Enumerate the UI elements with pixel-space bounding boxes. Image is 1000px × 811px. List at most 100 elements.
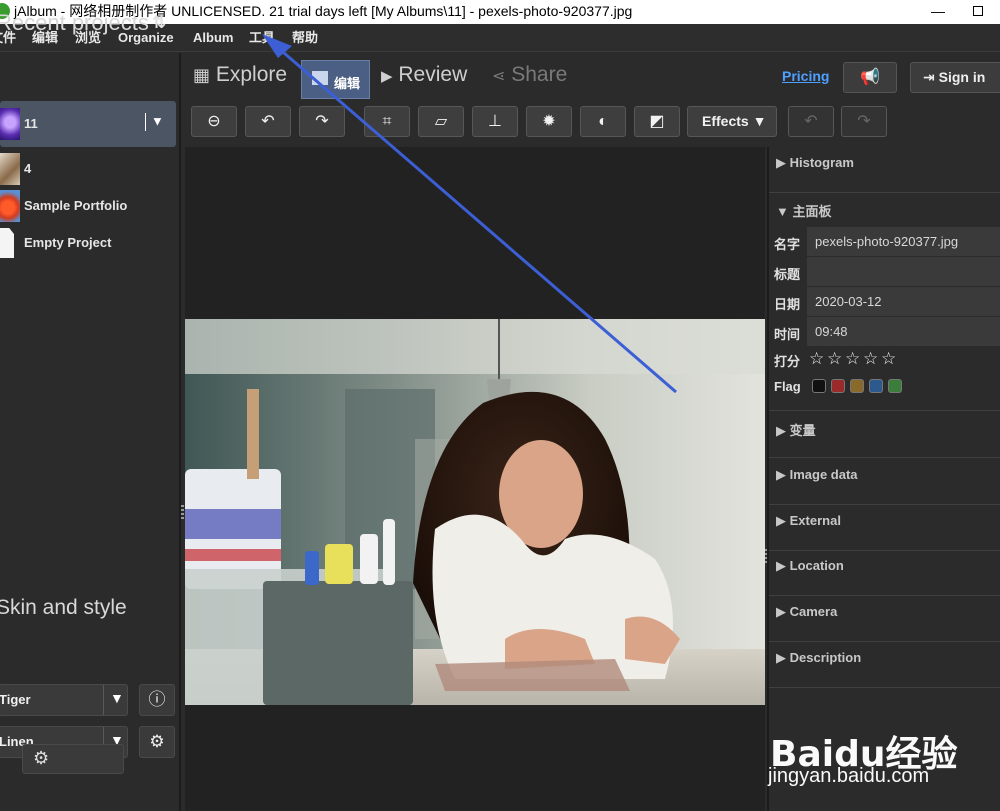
chevron-down-icon[interactable]: ▼ (145, 113, 164, 131)
section-variables-label: 变量 (789, 423, 816, 438)
skin-value: Tiger (0, 692, 31, 707)
remove-button[interactable]: ⊖ (191, 106, 237, 137)
gear-icon: ⚙ (33, 748, 50, 768)
title-field[interactable] (807, 257, 1000, 286)
section-main-panel[interactable]: ▼ 主面板 (769, 193, 1000, 227)
project-item-empty-project[interactable]: Empty Project (0, 225, 176, 261)
minimize-button[interactable]: — (928, 0, 948, 22)
section-image-data-label: Image data (789, 467, 858, 482)
section-histogram[interactable]: ▶ Histogram (769, 147, 1000, 193)
skin-select[interactable]: Tiger ▼ (0, 684, 128, 716)
chevron-right-icon: ▶ (776, 423, 786, 438)
project-item-sample-portfolio[interactable]: Sample Portfolio (0, 188, 176, 224)
field-title-key: 标题 (774, 267, 801, 282)
straighten-button[interactable]: ⊥ (472, 106, 518, 137)
pricing-link[interactable]: Pricing (782, 68, 829, 84)
minus-circle-icon: ⊖ (207, 113, 221, 130)
section-image-data[interactable]: ▶ Image data (769, 459, 1000, 505)
crop-icon: ⌗ (382, 113, 392, 130)
document-icon (0, 228, 14, 258)
section-location[interactable]: ▶ Location (769, 550, 1000, 596)
photo-image (185, 319, 765, 705)
undo-button[interactable]: ↶ (788, 106, 834, 137)
perspective-button[interactable]: ▱ (418, 106, 464, 137)
watermark-url: jingyan.baidu.com (768, 765, 930, 787)
section-histogram-label: Histogram (789, 155, 854, 170)
date-field[interactable]: 2020-03-12 (807, 287, 1000, 316)
time-field[interactable]: 09:48 (807, 317, 1000, 346)
tab-edit[interactable]: 编辑 (301, 60, 370, 99)
project-thumbnail (0, 153, 20, 185)
project-item-4[interactable]: 4 (0, 151, 176, 187)
redo-icon: ↷ (857, 113, 871, 130)
section-external[interactable]: ▶ External (769, 505, 1000, 551)
star-icon[interactable]: ☆ (845, 349, 860, 369)
flag-swatch[interactable] (888, 379, 902, 393)
star-icon[interactable]: ☆ (827, 349, 842, 369)
section-description-label: Description (789, 650, 862, 665)
project-label: Empty Project (24, 235, 112, 250)
settings-button[interactable]: ⚙ (22, 744, 124, 774)
flag-swatch[interactable] (831, 379, 845, 393)
section-description[interactable]: ▶ Description (769, 642, 1000, 688)
menu-help[interactable]: 帮助 (292, 24, 318, 52)
sign-in-button[interactable]: ⇥ Sign in (910, 62, 1000, 93)
section-location-label: Location (789, 558, 844, 573)
levels-button[interactable]: ◩ (634, 106, 680, 137)
adjust-button[interactable]: ✹ (526, 106, 572, 137)
flag-swatch[interactable] (869, 379, 883, 393)
field-name-key: 名字 (774, 237, 801, 252)
preview-photo[interactable] (185, 319, 765, 705)
section-camera[interactable]: ▶ Camera (769, 596, 1000, 642)
field-title: 标题 (769, 257, 1000, 287)
name-field[interactable]: pexels-photo-920377.jpg (807, 227, 1000, 256)
skin-settings-button[interactable]: ⚙ (139, 726, 175, 758)
edit-image-icon (312, 71, 328, 85)
tab-explore[interactable]: ▦ Explore (193, 63, 287, 87)
project-label: 11 (24, 116, 38, 131)
maximize-button[interactable] (968, 0, 988, 22)
chevron-right-icon: ▶ (776, 650, 786, 665)
grid-icon: ▦ (193, 65, 211, 85)
splitter-handle[interactable] (181, 505, 184, 519)
rotate-right-button[interactable]: ↷ (299, 106, 345, 137)
field-flag: Flag (769, 372, 1000, 402)
tab-review[interactable]: ▶ Review (381, 63, 467, 87)
flag-swatch[interactable] (850, 379, 864, 393)
project-item-11[interactable]: 11 ▼ (0, 101, 176, 147)
sign-in-label: Sign in (938, 69, 986, 85)
field-flag-key: Flag (774, 379, 801, 394)
field-name: 名字 pexels-photo-920377.jpg (769, 227, 1000, 257)
levels-icon: ◩ (649, 113, 665, 130)
section-variables[interactable]: ▶ 变量 (769, 412, 1000, 458)
tab-share-label: Share (511, 63, 568, 86)
star-icon[interactable]: ☆ (809, 349, 824, 369)
rotate-left-button[interactable]: ↶ (245, 106, 291, 137)
crop-button[interactable]: ⌗ (364, 106, 410, 137)
skin-and-style-title: Skin and style (0, 596, 127, 619)
tab-share[interactable]: ⋖ Share (492, 63, 567, 87)
menu-album[interactable]: Album (193, 24, 233, 52)
effects-button[interactable]: Effects ▼ (687, 106, 777, 137)
star-icon[interactable]: ☆ (863, 349, 878, 369)
gear-icon: ⚙ (149, 732, 165, 751)
chevron-right-icon: ▶ (776, 604, 786, 619)
flag-swatch[interactable] (812, 379, 826, 393)
rotate-right-icon: ↷ (315, 113, 329, 130)
skin-info-button[interactable]: ⓘ (139, 684, 175, 716)
sort-icon[interactable]: ⇅ (152, 13, 166, 33)
chevron-down-icon: ▼ (110, 690, 124, 706)
menu-tools[interactable]: 工具 (249, 24, 275, 52)
chevron-right-icon: ▶ (776, 558, 786, 573)
star-icon[interactable]: ☆ (881, 349, 896, 369)
contrast-button[interactable]: ◐ (580, 106, 626, 137)
project-label: Sample Portfolio (24, 198, 128, 213)
tab-explore-label: Explore (215, 63, 288, 86)
project-label: 4 (24, 161, 32, 176)
announcement-button[interactable]: 📢 (843, 62, 897, 93)
chevron-right-icon: ▶ (776, 467, 786, 482)
section-external-label: External (789, 513, 841, 528)
redo-button[interactable]: ↷ (841, 106, 887, 137)
sun-icon: ✹ (542, 113, 556, 130)
megaphone-icon: 📢 (860, 69, 880, 86)
